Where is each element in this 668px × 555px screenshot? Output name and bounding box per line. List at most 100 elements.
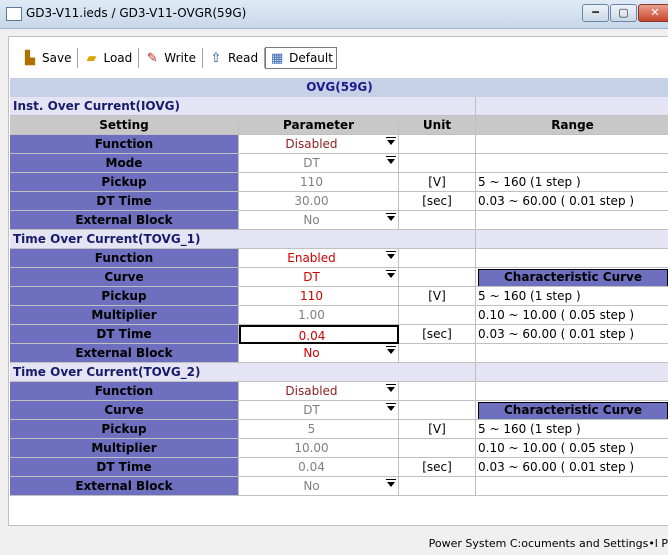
range-cell bbox=[476, 135, 668, 154]
unit-cell: [sec] bbox=[399, 458, 476, 477]
chevron-down-icon[interactable] bbox=[386, 213, 396, 221]
multiplier-field[interactable]: 10.00 bbox=[239, 439, 399, 458]
toolbar: ▙ Save ▰ Load ✎ Write ⇧ Read ▦ Default bbox=[17, 46, 337, 70]
read-button[interactable]: ⇧ Read bbox=[203, 47, 264, 69]
table-row: External Block No bbox=[10, 477, 668, 496]
dropdown-value: No bbox=[303, 479, 320, 493]
default-label: Default bbox=[289, 51, 333, 65]
unit-cell: [sec] bbox=[399, 192, 476, 211]
range-cell: Characteristic Curve bbox=[476, 268, 668, 287]
range-cell bbox=[476, 344, 668, 363]
dt-time-field[interactable]: 0.04 bbox=[239, 458, 399, 477]
range-cell bbox=[476, 477, 668, 496]
section-title: Time Over Current(TOVG_2) bbox=[10, 363, 476, 382]
pickup-field[interactable]: 110 bbox=[239, 287, 399, 306]
range-cell bbox=[476, 154, 668, 173]
maximize-button[interactable]: ▢ bbox=[610, 4, 637, 22]
range-cell: 5 ~ 160 (1 step ) bbox=[476, 287, 668, 306]
section-row-iovg: Inst. Over Current(IOVG) bbox=[10, 97, 668, 116]
function-dropdown[interactable]: Enabled bbox=[239, 249, 399, 268]
section-spacer bbox=[476, 97, 668, 116]
unit-cell bbox=[399, 439, 476, 458]
unit-cell bbox=[399, 268, 476, 287]
dropdown-value: Disabled bbox=[285, 384, 338, 398]
function-dropdown[interactable]: Disabled bbox=[239, 382, 399, 401]
multiplier-field[interactable]: 1.00 bbox=[239, 306, 399, 325]
external-block-dropdown[interactable]: No bbox=[239, 344, 399, 363]
table-row: DT Time 0.04 [sec] 0.03 ~ 60.00 ( 0.01 s… bbox=[10, 458, 668, 477]
dropdown-value: DT bbox=[303, 403, 320, 417]
minimize-icon: ━ bbox=[592, 6, 599, 19]
setting-label: Pickup bbox=[10, 420, 239, 439]
chevron-down-icon[interactable] bbox=[386, 346, 396, 354]
setting-label: Multiplier bbox=[10, 306, 239, 325]
chevron-down-icon[interactable] bbox=[386, 251, 396, 259]
unit-cell bbox=[399, 382, 476, 401]
table-row: Function Enabled bbox=[10, 249, 668, 268]
range-cell: 5 ~ 160 (1 step ) bbox=[476, 420, 668, 439]
function-dropdown[interactable]: Disabled bbox=[239, 135, 399, 154]
close-button[interactable]: ✕ bbox=[638, 4, 668, 22]
unit-cell bbox=[399, 135, 476, 154]
column-header-parameter: Parameter bbox=[239, 116, 399, 135]
setting-label: Function bbox=[10, 249, 239, 268]
load-label: Load bbox=[103, 51, 133, 65]
table-row: Function Disabled bbox=[10, 382, 668, 401]
table-row: External Block No bbox=[10, 211, 668, 230]
mode-dropdown[interactable]: DT bbox=[239, 154, 399, 173]
table-icon: ▦ bbox=[270, 50, 284, 66]
chevron-down-icon[interactable] bbox=[386, 384, 396, 392]
characteristic-curve-button[interactable]: Characteristic Curve bbox=[478, 402, 668, 419]
unit-cell bbox=[399, 401, 476, 420]
dt-time-field[interactable]: 30.00 bbox=[239, 192, 399, 211]
chevron-down-icon[interactable] bbox=[386, 479, 396, 487]
range-cell: 0.10 ~ 10.00 ( 0.05 step ) bbox=[476, 306, 668, 325]
dt-time-field[interactable]: 0.04 bbox=[239, 325, 399, 344]
setting-label: External Block bbox=[10, 477, 239, 496]
range-cell: 0.10 ~ 10.00 ( 0.05 step ) bbox=[476, 439, 668, 458]
curve-dropdown[interactable]: DT bbox=[239, 401, 399, 420]
unit-cell bbox=[399, 344, 476, 363]
table-row: External Block No bbox=[10, 344, 668, 363]
external-block-dropdown[interactable]: No bbox=[239, 211, 399, 230]
write-label: Write bbox=[164, 51, 196, 65]
chevron-down-icon[interactable] bbox=[386, 156, 396, 164]
column-header-row: Setting Parameter Unit Range bbox=[10, 116, 668, 135]
chevron-down-icon[interactable] bbox=[386, 270, 396, 278]
pickup-field[interactable]: 110 bbox=[239, 173, 399, 192]
external-block-dropdown[interactable]: No bbox=[239, 477, 399, 496]
setting-label: DT Time bbox=[10, 192, 239, 211]
range-cell: Characteristic Curve bbox=[476, 401, 668, 420]
load-button[interactable]: ▰ Load bbox=[78, 47, 138, 69]
section-spacer bbox=[476, 230, 668, 249]
characteristic-curve-button[interactable]: Characteristic Curve bbox=[478, 269, 668, 286]
write-button[interactable]: ✎ Write bbox=[139, 47, 202, 69]
dropdown-value: DT bbox=[303, 270, 320, 284]
application-window: GD3-V11.ieds / GD3-V11-OVGR(59G) ━ ▢ ✕ ▙… bbox=[0, 0, 668, 555]
dropdown-value: No bbox=[303, 346, 320, 360]
unit-cell bbox=[399, 249, 476, 268]
range-cell: 0.03 ~ 60.00 ( 0.01 step ) bbox=[476, 192, 668, 211]
table-row: Pickup 110 [V] 5 ~ 160 (1 step ) bbox=[10, 173, 668, 192]
setting-label: External Block bbox=[10, 211, 239, 230]
curve-dropdown[interactable]: DT bbox=[239, 268, 399, 287]
chevron-down-icon[interactable] bbox=[386, 137, 396, 145]
minimize-button[interactable]: ━ bbox=[582, 4, 609, 22]
setting-label: DT Time bbox=[10, 458, 239, 477]
pickup-field[interactable]: 5 bbox=[239, 420, 399, 439]
section-spacer bbox=[476, 363, 668, 382]
close-icon: ✕ bbox=[650, 6, 660, 19]
unit-cell: [sec] bbox=[399, 325, 476, 344]
window-controls: ━ ▢ ✕ bbox=[582, 4, 668, 22]
default-button[interactable]: ▦ Default bbox=[265, 47, 337, 69]
unit-cell: [V] bbox=[399, 420, 476, 439]
setting-label: Pickup bbox=[10, 173, 239, 192]
table-row: Mode DT bbox=[10, 154, 668, 173]
chevron-down-icon[interactable] bbox=[386, 403, 396, 411]
write-icon: ✎ bbox=[146, 50, 158, 66]
range-cell: 0.03 ~ 60.00 ( 0.01 step ) bbox=[476, 325, 668, 344]
save-button[interactable]: ▙ Save bbox=[17, 47, 77, 69]
status-bar: Power System C:ocuments and Settings•l P bbox=[0, 532, 668, 555]
grid-title: OVG(59G) bbox=[10, 78, 668, 98]
dropdown-value: DT bbox=[303, 156, 320, 170]
